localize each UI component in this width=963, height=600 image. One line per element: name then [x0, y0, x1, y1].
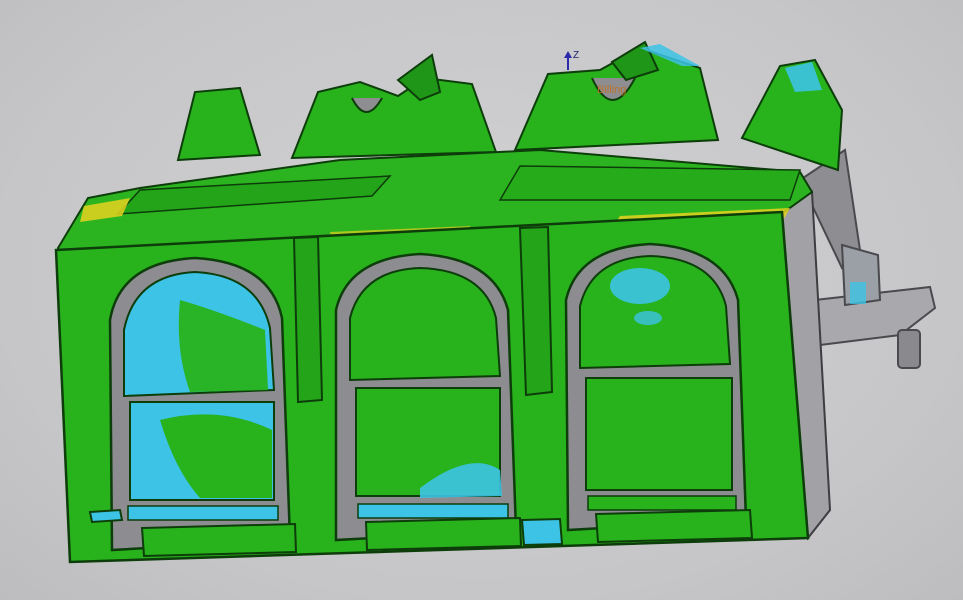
part-model[interactable]: [0, 0, 963, 600]
3d-viewport[interactable]: Z Billing: [0, 0, 963, 600]
window-right: [564, 242, 748, 532]
annotation-label: Billing: [597, 84, 627, 96]
top-panel-right: [498, 165, 802, 201]
window-middle: [334, 252, 518, 542]
window-left: [108, 256, 292, 552]
z-axis-label: Z: [573, 50, 580, 61]
